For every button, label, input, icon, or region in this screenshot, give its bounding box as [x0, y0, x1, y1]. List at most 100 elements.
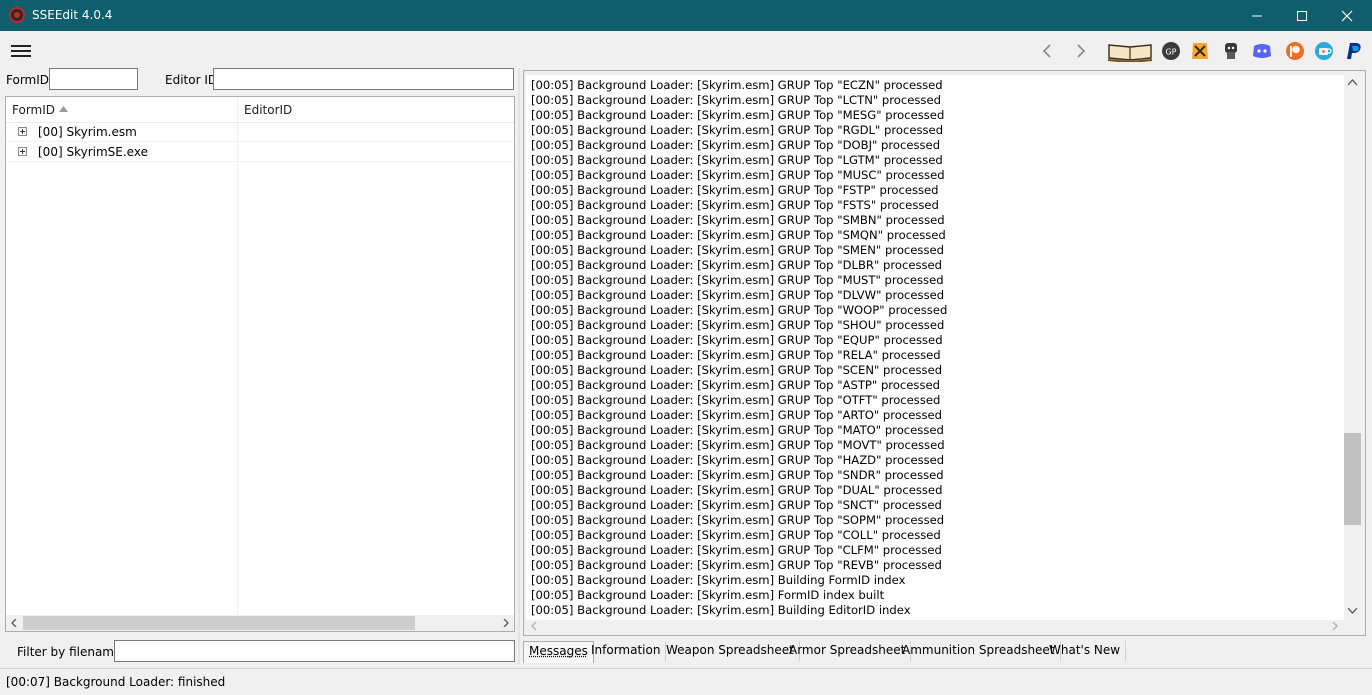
maximize-icon	[1297, 10, 1307, 21]
log-line: [00:05] Background Loader: [Skyrim.esm] …	[531, 498, 942, 512]
paypal-icon[interactable]	[1343, 40, 1365, 62]
tree-row[interactable]: [00] Skyrim.esm	[6, 122, 514, 142]
log-line: [00:05] Background Loader: [Skyrim.esm] …	[531, 138, 941, 152]
nexus-icon[interactable]	[1189, 40, 1211, 62]
log-line: [00:05] Background Loader: [Skyrim.esm] …	[531, 288, 945, 302]
editorid-input[interactable]	[213, 68, 514, 90]
log-line: [00:05] Background Loader: [Skyrim.esm] …	[531, 333, 943, 347]
app-logo-icon	[9, 7, 25, 23]
column-header-formid[interactable]: FormID	[12, 103, 55, 117]
tab-whats-new[interactable]: What's New	[1044, 641, 1127, 661]
status-bar: [00:07] Background Loader: finished	[0, 668, 1372, 695]
log-line: [00:05] Background Loader: [Skyrim.esm] …	[531, 168, 945, 182]
scroll-up-icon[interactable]	[1348, 79, 1357, 87]
scrollbar-thumb[interactable]	[1344, 433, 1361, 525]
log-line: [00:05] Background Loader: [Skyrim.esm] …	[531, 558, 942, 572]
log-line: [00:05] Background Loader: [Skyrim.esm] …	[531, 318, 945, 332]
tree-row-label: [00] SkyrimSE.exe	[38, 145, 148, 159]
log-line: [00:05] Background Loader: [Skyrim.esm] …	[531, 108, 945, 122]
log-line: [00:05] Background Loader: [Skyrim.esm] …	[531, 408, 942, 422]
editorid-label: Editor ID	[165, 73, 218, 87]
hamburger-icon-line	[11, 50, 31, 52]
log-line: [00:05] Background Loader: [Skyrim.esm] …	[531, 153, 943, 167]
tree-horizontal-scrollbar[interactable]	[6, 615, 514, 631]
tab-messages[interactable]: Messages	[523, 641, 594, 663]
book-icon[interactable]	[1107, 40, 1153, 62]
log-line: [00:05] Background Loader: [Skyrim.esm] …	[531, 393, 941, 407]
log-line: [00:05] Background Loader: [Skyrim.esm] …	[531, 258, 943, 272]
log-line: [00:05] Background Loader: [Skyrim.esm] …	[531, 273, 944, 287]
hamburger-icon-line	[11, 55, 31, 57]
expand-icon[interactable]	[18, 127, 27, 136]
expand-icon[interactable]	[18, 147, 27, 156]
tab-weapon-spreadsheet[interactable]: Weapon Spreadsheet	[661, 641, 800, 661]
scroll-right-icon[interactable]	[502, 619, 510, 627]
svg-text:GP: GP	[1165, 48, 1176, 57]
minimize-button[interactable]	[1234, 0, 1280, 31]
tree-row[interactable]: [00] SkyrimSE.exe	[6, 142, 514, 162]
nav-forward-icon[interactable]	[1071, 41, 1091, 61]
scroll-down-icon[interactable]	[1348, 606, 1357, 614]
log-line: [00:05] Background Loader: [Skyrim.esm] …	[531, 513, 945, 527]
log-line: [00:05] Background Loader: [Skyrim.esm] …	[531, 528, 941, 542]
log-line: [00:05] Background Loader: [Skyrim.esm] …	[531, 303, 948, 317]
log-line: [00:05] Background Loader: [Skyrim.esm] …	[531, 438, 945, 452]
column-header-editorid[interactable]: EditorID	[244, 103, 292, 117]
log-line: [00:05] Background Loader: [Skyrim.esm] …	[531, 588, 885, 602]
kofi-icon[interactable]	[1313, 40, 1335, 62]
log-line: [00:05] Background Loader: [Skyrim.esm] …	[531, 213, 945, 227]
log-line: [00:05] Background Loader: [Skyrim.esm] …	[531, 228, 946, 242]
patreon-icon[interactable]	[1284, 40, 1306, 62]
log-line: [00:05] Background Loader: [Skyrim.esm] …	[531, 483, 943, 497]
scroll-right-icon[interactable]	[1331, 622, 1339, 630]
log-line: [00:05] Background Loader: [Skyrim.esm] …	[531, 243, 944, 257]
pane-splitter[interactable]	[518, 68, 520, 664]
messages-horizontal-scrollbar[interactable]	[526, 620, 1344, 632]
log-line: [00:05] Background Loader: [Skyrim.esm] …	[531, 573, 906, 587]
formid-label: FormID	[6, 73, 50, 87]
log-line: [00:05] Background Loader: [Skyrim.esm] …	[531, 198, 939, 212]
filter-label: Filter by filename:	[17, 645, 126, 659]
maximize-button[interactable]	[1279, 0, 1325, 31]
tree-header: FormID EditorID	[6, 97, 514, 123]
log-line: [00:05] Background Loader: [Skyrim.esm] …	[531, 363, 943, 377]
title-bar: SSEEdit 4.0.4	[0, 0, 1372, 31]
tree-row-label: [00] Skyrim.esm	[38, 125, 137, 139]
close-icon	[1341, 10, 1353, 21]
nav-back-icon[interactable]	[1037, 41, 1057, 61]
log-line: [00:05] Background Loader: [Skyrim.esm] …	[531, 78, 943, 92]
log-line: [00:05] Background Loader: [Skyrim.esm] …	[531, 93, 941, 107]
scrollbar-thumb[interactable]	[23, 616, 415, 630]
log-line: [00:05] Background Loader: [Skyrim.esm] …	[531, 453, 945, 467]
messages-log[interactable]: [00:05] Background Loader: [Skyrim.esm] …	[526, 75, 1344, 620]
log-line: [00:05] Background Loader: [Skyrim.esm] …	[531, 378, 940, 392]
filter-input[interactable]	[114, 640, 515, 662]
log-line: [00:05] Background Loader: [Skyrim.esm] …	[531, 423, 944, 437]
log-line: [00:05] Background Loader: [Skyrim.esm] …	[531, 543, 942, 557]
log-line: [00:05] Background Loader: [Skyrim.esm] …	[531, 183, 939, 197]
messages-panel: [00:05] Background Loader: [Skyrim.esm] …	[523, 70, 1366, 636]
sort-ascending-icon	[59, 106, 68, 112]
log-line: [00:05] Background Loader: [Skyrim.esm] …	[531, 348, 941, 362]
record-tree[interactable]: FormID EditorID [00] Skyrim.esm [00] Sky…	[5, 96, 515, 632]
window-title: SSEEdit 4.0.4	[32, 8, 113, 22]
hamburger-icon	[11, 45, 31, 47]
status-text: [00:07] Background Loader: finished	[6, 675, 226, 689]
tab-information[interactable]: Information	[586, 641, 667, 661]
close-button[interactable]	[1324, 0, 1370, 31]
github-icon[interactable]	[1220, 40, 1242, 62]
column-separator	[237, 97, 238, 615]
formid-input[interactable]	[49, 68, 138, 90]
main-menu-button[interactable]	[11, 45, 31, 59]
log-line: [00:05] Background Loader: [Skyrim.esm] …	[531, 123, 944, 137]
gp-icon[interactable]: GP	[1160, 40, 1182, 62]
log-line: [00:05] Background Loader: [Skyrim.esm] …	[531, 603, 911, 617]
tab-ammunition-spreadsheet[interactable]: Ammunition Spreadsheet	[897, 641, 1061, 661]
log-line: [00:05] Background Loader: [Skyrim.esm] …	[531, 468, 944, 482]
messages-vertical-scrollbar[interactable]	[1344, 75, 1361, 620]
tab-armor-spreadsheet[interactable]: Armor Spreadsheet	[784, 641, 912, 661]
scroll-left-icon[interactable]	[10, 619, 18, 627]
discord-icon[interactable]	[1251, 40, 1273, 62]
scroll-left-icon[interactable]	[530, 622, 538, 630]
minimize-icon	[1252, 15, 1262, 16]
